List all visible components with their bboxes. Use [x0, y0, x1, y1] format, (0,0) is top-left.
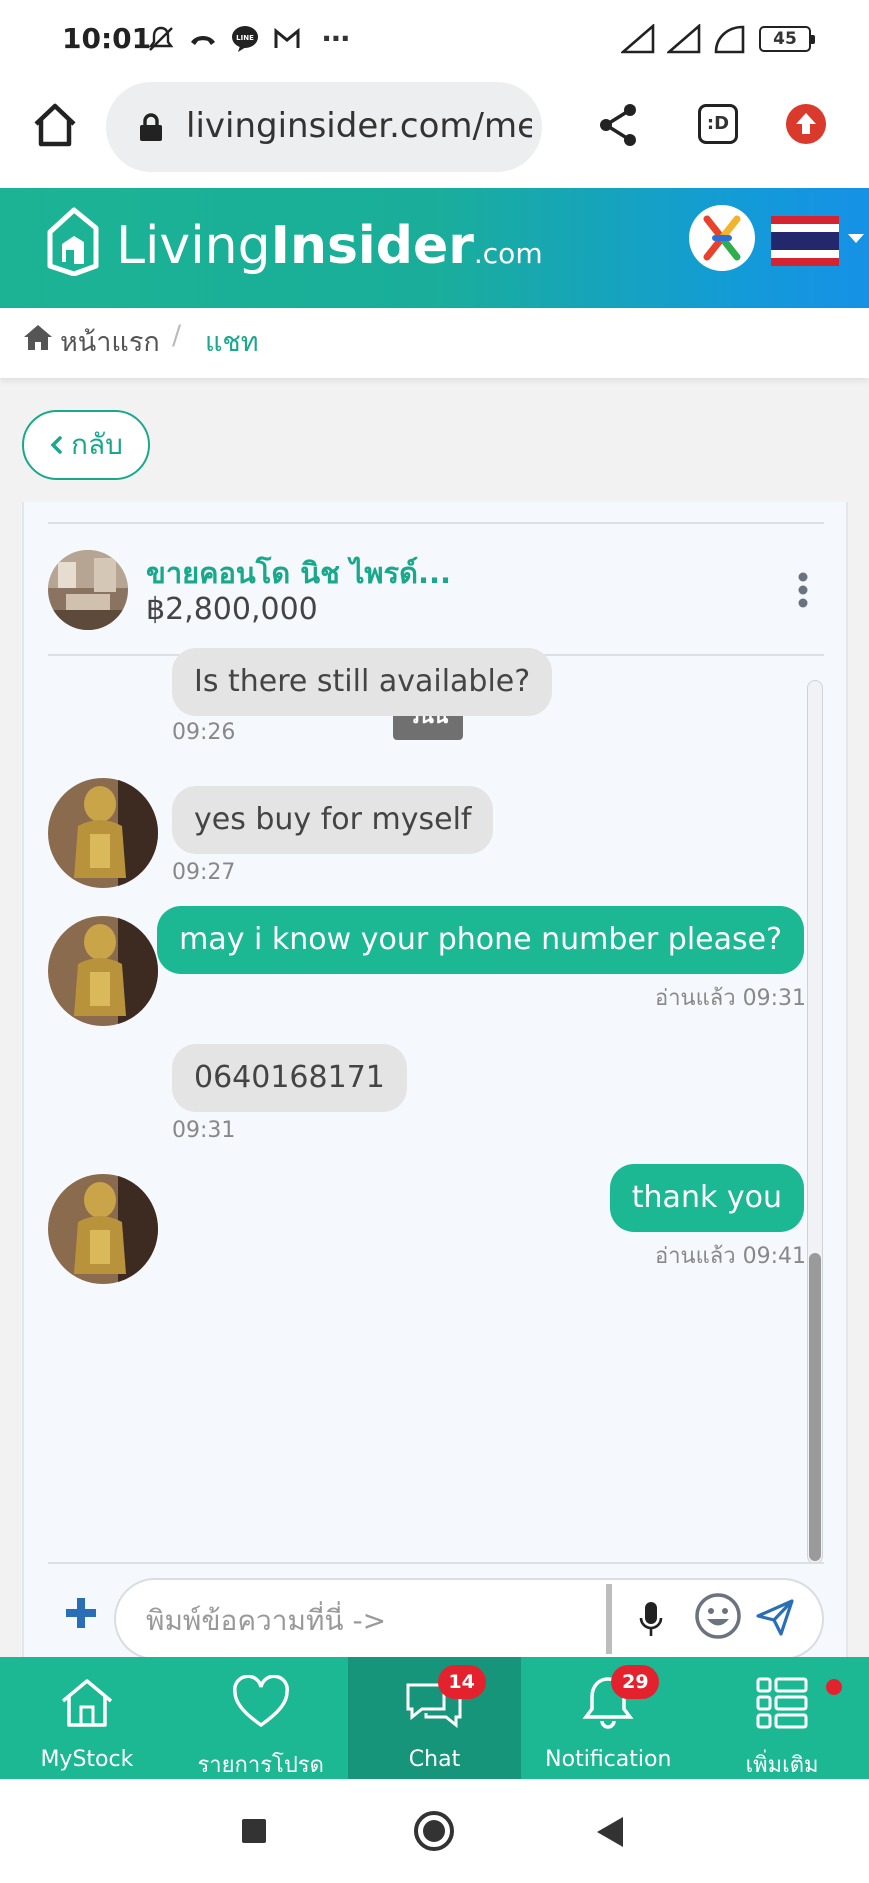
sender-avatar[interactable]: [48, 778, 158, 888]
nav-label: Chat: [408, 1747, 461, 1772]
divider: [48, 522, 824, 524]
sender-avatar[interactable]: [48, 916, 158, 1026]
home-icon: [61, 1679, 113, 1727]
sender-avatar[interactable]: [48, 1174, 158, 1284]
more-notification-dot: [826, 1679, 842, 1695]
outgoing-message: may i know your phone number please?: [157, 906, 804, 974]
nav-label: เพิ่มเติม: [745, 1753, 819, 1778]
system-back-button[interactable]: [597, 1817, 623, 1847]
chat-panel: ขายคอนโด นิช ไพรด์... ฿2,800,000 วันนี้ …: [22, 502, 848, 1660]
arrow-up-icon: [796, 113, 816, 134]
status-time: 10:01: [62, 22, 152, 55]
battery-icon: 45: [759, 26, 815, 52]
message-read-time: อ่านแล้ว 09:41: [654, 1244, 806, 1269]
breadcrumb-current[interactable]: แชท: [205, 320, 259, 363]
nav-item-chat[interactable]: 14 Chat: [347, 1657, 522, 1779]
svg-text:LINE: LINE: [236, 34, 254, 42]
breadcrumb-home-link[interactable]: หน้าแรก: [60, 320, 160, 363]
chevron-left-icon: [50, 436, 62, 454]
menu-list-icon: [756, 1677, 808, 1729]
nav-label: รายการโปรด: [197, 1753, 324, 1778]
chat-scrollbar[interactable]: [807, 680, 823, 1564]
back-button[interactable]: กลับ: [22, 410, 150, 480]
line-app-icon: LINE: [232, 25, 258, 52]
site-logo[interactable]: LivingInsider.com: [116, 216, 543, 276]
home-icon[interactable]: [22, 322, 54, 352]
wifi-icon: [714, 25, 745, 54]
site-header: LivingInsider.com: [0, 188, 869, 308]
system-home-button[interactable]: [414, 1811, 454, 1851]
back-button-label: กลับ: [71, 428, 123, 461]
incoming-message: Is there still available?: [172, 648, 553, 716]
x-logo-button[interactable]: [689, 205, 755, 271]
lock-icon: [140, 113, 162, 141]
nav-item-notification[interactable]: 29 Notification: [521, 1657, 695, 1779]
breadcrumb-separator: /: [172, 320, 182, 351]
outgoing-message: thank you: [609, 1164, 804, 1232]
send-icon[interactable]: [754, 1596, 796, 1638]
missed-call-icon: [191, 35, 215, 45]
recent-apps-button[interactable]: [242, 1819, 266, 1843]
avatar-image: [48, 1174, 158, 1284]
bottom-navigation: MyStock รายการโปรด 14 Chat 29 Notificati…: [0, 1657, 869, 1779]
share-icon[interactable]: [596, 102, 640, 148]
emoji-icon[interactable]: [694, 1592, 742, 1640]
system-navigation-bar: [0, 1779, 869, 1883]
logo-house-icon[interactable]: [44, 204, 100, 276]
microphone-icon[interactable]: [638, 1600, 664, 1638]
message-read-time: อ่านแล้ว 09:31: [654, 986, 806, 1011]
logo-insider: Insider: [270, 216, 474, 276]
x-logo-icon: [703, 215, 741, 261]
nav-label: MyStock: [40, 1747, 134, 1772]
message-time: 09:26: [172, 720, 236, 745]
incoming-message: 0640168171: [172, 1044, 407, 1112]
message-input[interactable]: [146, 1598, 586, 1642]
browser-toolbar: livinginsider.com/mer :D: [0, 78, 869, 188]
gmail-icon: [274, 27, 300, 48]
browser-home-icon[interactable]: [30, 100, 80, 150]
language-dropdown-caret-icon[interactable]: [848, 234, 864, 243]
avatar-image: [48, 778, 158, 888]
tab-switcher-button[interactable]: :D: [698, 104, 738, 144]
chat-badge: 14: [437, 1665, 486, 1699]
listing-price: ฿2,800,000: [146, 592, 318, 627]
breadcrumb: หน้าแรก / แชท: [0, 308, 869, 378]
message-time: 09:27: [172, 860, 236, 885]
nav-item-more[interactable]: เพิ่มเติม: [695, 1657, 869, 1779]
logo-living: Living: [116, 216, 271, 276]
nav-label: Notification: [545, 1747, 672, 1772]
divider: [48, 1562, 824, 1564]
plus-icon[interactable]: [64, 1596, 98, 1630]
nav-item-mystock[interactable]: MyStock: [0, 1657, 174, 1779]
address-bar[interactable]: livinginsider.com/mer: [106, 82, 542, 172]
signal-icon: [667, 24, 701, 54]
status-bar: 10:01 LINE ⋯ 45: [0, 0, 869, 78]
listing-photo: [48, 550, 128, 630]
more-options-icon[interactable]: [798, 572, 808, 608]
nav-item-favorites[interactable]: รายการโปรด: [174, 1657, 348, 1779]
status-more-icon: ⋯: [322, 22, 350, 55]
message-time: 09:31: [172, 1118, 236, 1143]
avatar-image: [48, 916, 158, 1026]
listing-thumbnail[interactable]: [48, 550, 128, 630]
url-text: livinginsider.com/mer: [186, 106, 532, 146]
listing-title[interactable]: ขายคอนโด นิช ไพรด์...: [146, 550, 451, 596]
notification-badge: 29: [611, 1665, 660, 1699]
scrollbar-thumb[interactable]: [809, 1253, 821, 1561]
signal-icon: [621, 24, 655, 54]
divider: [606, 1584, 612, 1654]
thai-flag-icon[interactable]: [771, 216, 839, 266]
message-composer: [114, 1578, 824, 1660]
mute-icon: [148, 26, 174, 51]
logo-dotcom: .com: [473, 237, 543, 270]
update-button[interactable]: [786, 104, 826, 144]
heart-icon: [232, 1675, 289, 1728]
incoming-message: yes buy for myself: [172, 786, 494, 854]
